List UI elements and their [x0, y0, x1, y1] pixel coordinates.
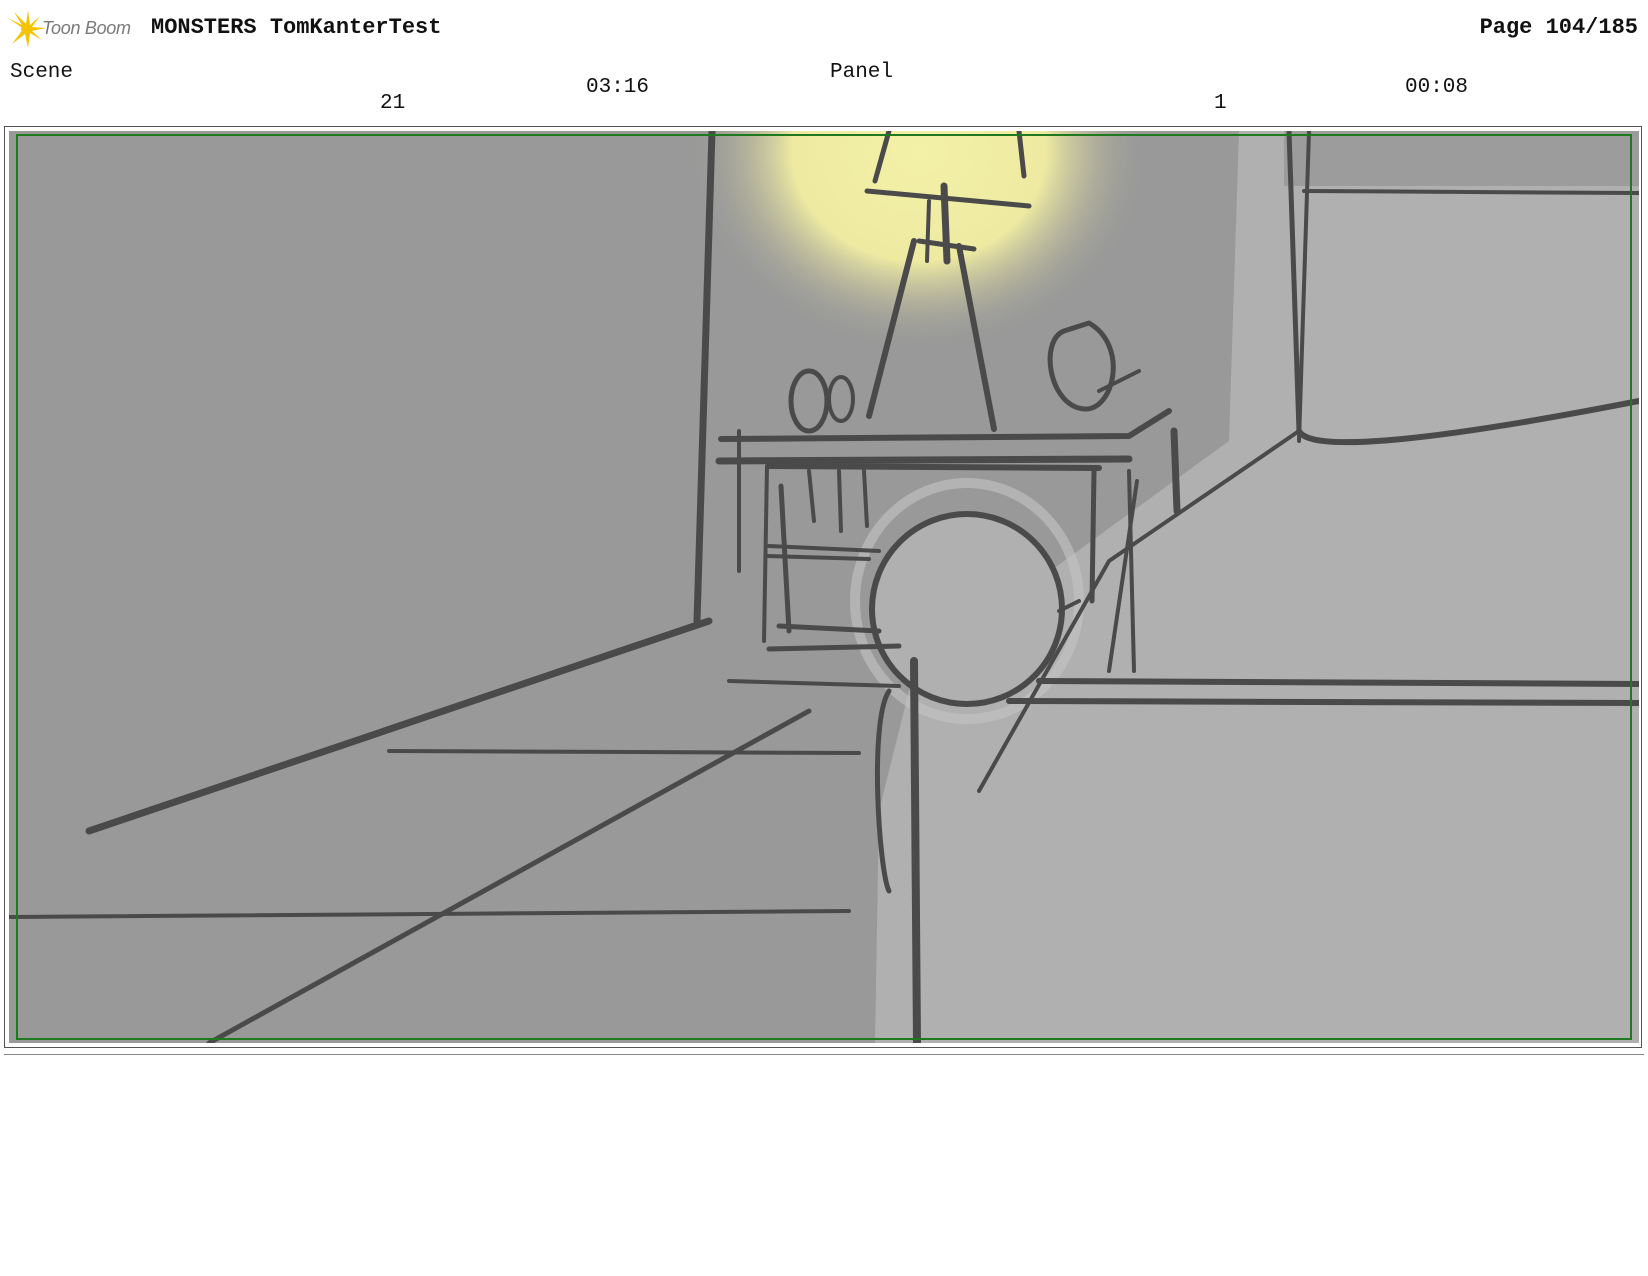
- toon-boom-star-icon: [8, 10, 46, 48]
- page-number: Page 104/185: [1479, 15, 1638, 40]
- storyboard-sketch: [9, 131, 1639, 1043]
- panel-notes-area: [4, 1058, 1644, 1268]
- toon-boom-logo: Toon Boom: [6, 10, 136, 48]
- scene-duration: 03:16: [586, 76, 650, 99]
- panel-label: Panel: [830, 61, 894, 84]
- scene-number: 21: [380, 92, 406, 115]
- panel-duration: 00:08: [1405, 76, 1469, 99]
- storyboard-panel-image: [9, 131, 1639, 1043]
- panel-number: 1: [1214, 92, 1227, 115]
- logo-text: Toon Boom: [42, 18, 131, 38]
- project-title: MONSTERS TomKanterTest: [151, 15, 442, 40]
- panel-divider: [4, 1054, 1644, 1055]
- scene-label: Scene: [10, 61, 74, 84]
